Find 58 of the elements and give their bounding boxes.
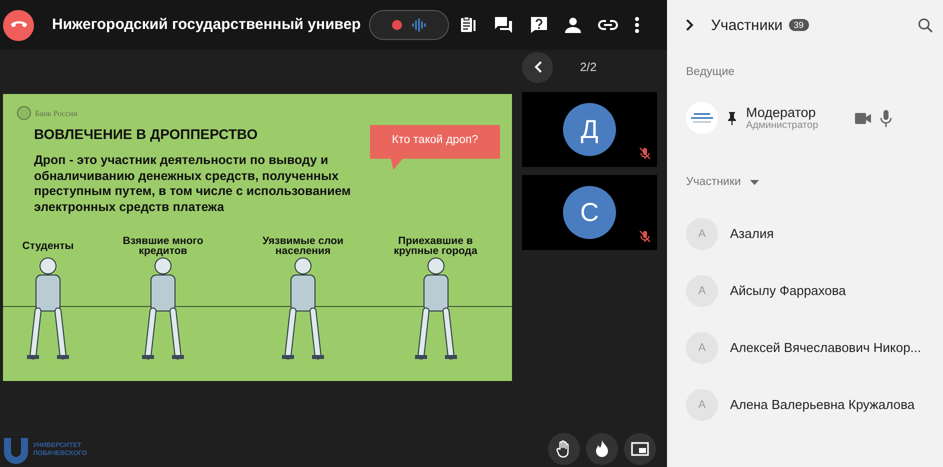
university-logo-icon [3, 436, 29, 464]
help-icon[interactable] [530, 16, 548, 34]
participant-name: Алексей Вячеславович Никор... [730, 340, 922, 355]
recording-indicator[interactable] [368, 10, 449, 40]
group-label: Взявшие много кредитов [122, 236, 204, 256]
group-label: Приехавшие в крупные города [392, 236, 478, 256]
chat-icon[interactable] [494, 16, 513, 34]
avatar: С [563, 186, 616, 239]
panel-title: Участники [711, 16, 783, 34]
host-role: Администратор [746, 120, 820, 131]
avatar: А [686, 332, 718, 364]
person-icon[interactable] [564, 17, 581, 33]
chevron-left-icon [534, 61, 542, 73]
link-icon[interactable] [598, 20, 618, 30]
avatar: А [686, 388, 718, 420]
pin-icon[interactable] [727, 111, 737, 125]
page-indicator: 2/2 [580, 60, 597, 74]
participant-item[interactable]: А Азалия [686, 205, 943, 262]
raise-hand-button[interactable] [548, 433, 580, 465]
slide-definition: Дроп - это участник деятельности по выводу и обналичиванию денежных средств, полученных преступным путем, в том числе с использованием электронных средств платежа [34, 153, 352, 215]
picture-in-picture-button[interactable] [624, 433, 656, 465]
speech-bubble: Кто такой дроп? [370, 125, 500, 170]
logo-avatar [686, 102, 718, 134]
dropdown-caret-icon[interactable] [750, 180, 759, 184]
flame-icon [595, 440, 609, 458]
avatar: А [686, 218, 718, 250]
section-label: Ведущие [686, 66, 736, 78]
camera-icon[interactable] [855, 112, 871, 124]
group-label: Уязвимые слои населения [262, 236, 344, 256]
avatar: А [686, 274, 718, 306]
reaction-button[interactable] [586, 433, 618, 465]
back-button[interactable] [522, 52, 553, 82]
participant-item[interactable]: А Алена Валерьевна Кружалова [686, 376, 943, 433]
bank-name: Банк России [35, 108, 78, 118]
group-label: Студенты [21, 239, 75, 254]
phone-icon [10, 20, 28, 30]
video-tile[interactable]: С [522, 175, 657, 250]
participant-item[interactable]: А Алексей Вячеславович Никор... [686, 319, 943, 376]
clipboard-icon[interactable] [458, 16, 477, 34]
count-badge: 39 [788, 19, 809, 31]
meeting-title: Нижегородский государственный универ [52, 15, 361, 35]
search-icon[interactable] [918, 18, 933, 32]
microphone-icon[interactable] [880, 110, 892, 126]
avatar: Д [563, 103, 616, 156]
slide-heading: ВОВЛЕЧЕНИЕ В ДРОППЕРСТВО [34, 126, 258, 142]
hang-up-button[interactable] [3, 10, 34, 40]
record-dot-icon [392, 20, 402, 30]
picture-in-picture-icon [631, 442, 649, 456]
audio-wave-icon [412, 18, 426, 32]
video-tile[interactable]: Д [522, 92, 657, 167]
participant-item[interactable]: А Айсылу Фаррахова [686, 262, 943, 319]
participant-name: Азалия [730, 226, 774, 241]
participant-name: Айсылу Фаррахова [730, 283, 846, 298]
participant-name: Алена Валерьевна Кружалова [730, 397, 915, 412]
host-name: Модератор [746, 105, 817, 120]
more-icon[interactable] [634, 17, 639, 33]
section-label: Участники [686, 176, 741, 188]
chevron-right-icon[interactable] [686, 19, 694, 31]
